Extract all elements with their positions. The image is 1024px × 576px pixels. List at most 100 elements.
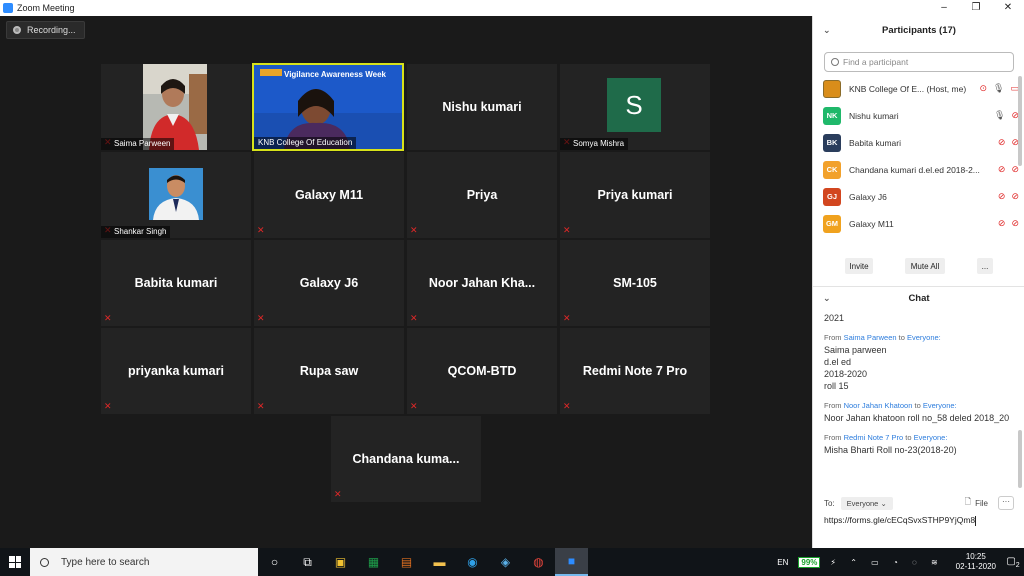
mic-icon[interactable]: 🎙︎ [993,83,1004,94]
participant-name: Saima Parween [101,138,175,150]
collapse-chevron-icon[interactable]: ⌄ [823,293,831,304]
chat-recipient[interactable]: Everyone: [914,433,948,442]
chat-more-button[interactable]: ··· [998,496,1014,510]
chat-sender[interactable]: Saima Parween [844,333,897,342]
participant-row[interactable]: GM Galaxy M11 ⊘ ⊘ [823,210,1019,237]
video-tile-active-speaker[interactable]: Vigilance Awareness Week KNB College Of … [252,63,404,151]
participant-name: QCOM-BTD [447,364,517,378]
mic-muted-icon[interactable]: ⊘ [998,218,1006,229]
chat-message-header: From Redmi Note 7 Pro to Everyone: [824,433,948,442]
participant-row[interactable]: BK Babita kumari ⊘ ⊘ [823,129,1019,156]
mic-icon[interactable]: 🎙︎ [994,110,1005,121]
clock[interactable]: 10:25 02-11-2020 [956,552,996,572]
muted-mic-icon: ✕ [563,225,571,235]
windows-taskbar: Type here to search ○ ⧉ ▣ ▦ ▤ ▬ ◉ ◈ ◍ ■ … [0,548,1024,576]
video-tile[interactable]: QCOM-BTD ✕ [407,328,557,414]
maximize-button[interactable]: ❐ [960,0,992,16]
muted-mic-icon: ✕ [257,313,265,323]
record-icon [13,26,21,34]
participant-name: Somya Mishra [560,138,629,150]
to-label: To: [824,498,835,508]
chat-recipient[interactable]: Everyone: [907,333,941,342]
video-tile[interactable]: Priya kumari ✕ [560,152,710,238]
chat-title: Chat [908,292,930,304]
cortana-icon[interactable]: ○ [258,548,291,576]
taskbar-search-box[interactable]: Type here to search [30,548,258,576]
zoom-app-icon [3,3,13,13]
chat-message-fragment: 2021 [824,313,845,323]
collapse-chevron-icon[interactable]: ⌄ [823,25,831,36]
video-off-icon[interactable]: ⊘ [1011,218,1019,229]
chat-recipient[interactable]: Everyone: [923,401,957,410]
more-options-button[interactable]: ... [977,258,993,274]
video-tile[interactable]: Galaxy M11 ✕ [254,152,404,238]
minimize-button[interactable]: – [928,0,960,16]
participant-row[interactable]: CK Chandana kumari d.el.ed 2018-2... ⊘ ⊘ [823,156,1019,183]
recording-indicator[interactable]: Recording... [6,21,85,39]
window-title: Zoom Meeting [17,3,75,13]
participant-name: Priya kumari [597,188,673,202]
powerpoint-icon[interactable]: ▤ [390,548,423,576]
video-tile[interactable]: S ✕ Somya Mishra [560,64,710,150]
file-explorer-icon[interactable]: ▬ [423,548,456,576]
participant-name: Galaxy J6 [849,191,887,202]
store-icon[interactable]: ▣ [324,548,357,576]
chrome-icon[interactable]: ◍ [522,548,555,576]
start-button[interactable] [0,548,30,576]
chat-scrollbar[interactable] [1018,430,1022,488]
video-tile[interactable]: ✕ Shankar Singh [101,152,251,238]
excel-icon[interactable]: ▦ [357,548,390,576]
participant-name: Nishu kumari [442,100,522,114]
video-tile[interactable]: priyanka kumari ✕ [101,328,251,414]
mic-muted-icon[interactable]: ⊘ [998,137,1006,148]
video-tile[interactable]: Babita kumari ✕ [101,240,251,326]
video-tile[interactable]: Noor Jahan Kha... ✕ [407,240,557,326]
participants-scrollbar[interactable] [1018,76,1022,166]
video-tile[interactable]: SM-105 ✕ [560,240,710,326]
chat-sender[interactable]: Noor Jahan Khatoon [844,401,913,410]
file-button[interactable]: 🗋 File [965,496,988,510]
photos-icon[interactable]: ◈ [489,548,522,576]
zoom-taskbar-icon[interactable]: ■ [555,548,588,576]
video-tile[interactable]: ✕ Saima Parween [101,64,251,150]
video-off-icon[interactable]: ⊘ [1011,191,1019,202]
participants-header: ⌄ Participants (17) [813,16,1024,44]
language-indicator[interactable]: EN [777,558,788,567]
video-banner-text: Vigilance Awareness Week [284,70,386,79]
chat-message-input[interactable]: https://forms.gle/cECqSvxSTHP9YjQm8 [824,515,977,526]
edge-icon[interactable]: ◉ [456,548,489,576]
participant-row[interactable]: GJ Galaxy J6 ⊘ ⊘ [823,183,1019,210]
participant-name: Galaxy M11 [294,188,364,202]
task-view-icon[interactable]: ⧉ [291,548,324,576]
side-panel: ⌄ Participants (17) Find a participant K… [812,16,1024,548]
video-tile[interactable]: Rupa saw ✕ [254,328,404,414]
tray-icons[interactable]: ⚡ ⌃ ▭ ◔ ◌ ≋ [830,558,943,567]
muted-mic-icon: ✕ [563,401,571,411]
participant-row[interactable]: KNB College Of E... (Host, me) ⊙ 🎙︎ ▭ [823,75,1019,102]
mic-muted-icon[interactable]: ⊘ [998,164,1006,175]
close-button[interactable]: ✕ [992,0,1024,16]
invite-button[interactable]: Invite [845,258,873,274]
notification-center-icon[interactable]: ▢2 [1002,556,1024,569]
mic-muted-icon[interactable]: ⊘ [998,191,1006,202]
video-tile[interactable]: Nishu kumari [407,64,557,150]
video-tile[interactable]: Priya ✕ [407,152,557,238]
taskbar-search-placeholder: Type here to search [61,556,150,568]
participant-name: SM-105 [613,276,657,290]
chat-sender[interactable]: Redmi Note 7 Pro [844,433,904,442]
battery-indicator[interactable]: 99% [798,556,821,568]
mute-all-button[interactable]: Mute All [905,258,945,274]
participant-search-input[interactable]: Find a participant [824,52,1014,72]
muted-mic-icon: ✕ [410,225,418,235]
participant-name: Noor Jahan Kha... [428,276,536,290]
video-tile[interactable]: Chandana kuma... ✕ [331,416,481,502]
video-tile[interactable]: Redmi Note 7 Pro ✕ [560,328,710,414]
chat-message-header: From Saima Parween to Everyone: [824,333,941,342]
participant-name: Babita kumari [134,276,218,290]
recipient-dropdown[interactable]: Everyone ⌄ [840,496,893,510]
video-tile[interactable]: Galaxy J6 ✕ [254,240,404,326]
chat-header: ⌄ Chat [813,288,1024,308]
participant-avatar: GM [823,214,841,233]
participant-row[interactable]: NK Nishu kumari 🎙︎ ⊘ [823,102,1019,129]
participant-avatar: CK [823,160,841,179]
